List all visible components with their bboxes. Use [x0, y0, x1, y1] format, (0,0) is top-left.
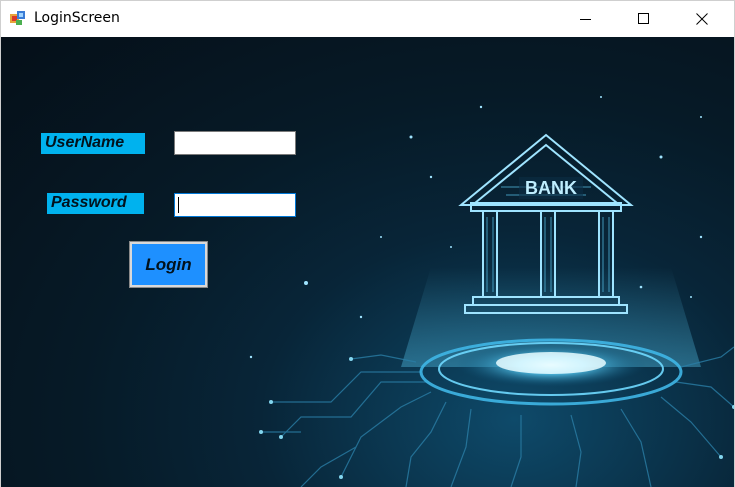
login-window: LoginScreen UserName Password Login BANK [0, 0, 735, 487]
password-label: Password [47, 193, 144, 214]
bank-sign-text: BANK [525, 178, 577, 198]
username-input[interactable] [174, 131, 296, 155]
title-bar[interactable]: LoginScreen [1, 1, 734, 37]
text-caret [178, 197, 179, 213]
close-button[interactable] [673, 1, 731, 37]
bank-sign: BANK [525, 178, 577, 198]
close-icon [696, 13, 708, 25]
minimize-button[interactable] [557, 1, 615, 37]
bank-illustration [249, 96, 734, 487]
form-client-area: UserName Password Login BANK [1, 37, 734, 487]
window-title: LoginScreen [34, 10, 120, 26]
login-button[interactable]: Login [129, 241, 208, 288]
password-input[interactable] [174, 193, 296, 217]
maximize-button[interactable] [615, 1, 673, 37]
maximize-icon [638, 13, 649, 24]
username-label: UserName [41, 133, 145, 154]
minimize-icon [580, 19, 591, 20]
app-icon [10, 11, 25, 25]
